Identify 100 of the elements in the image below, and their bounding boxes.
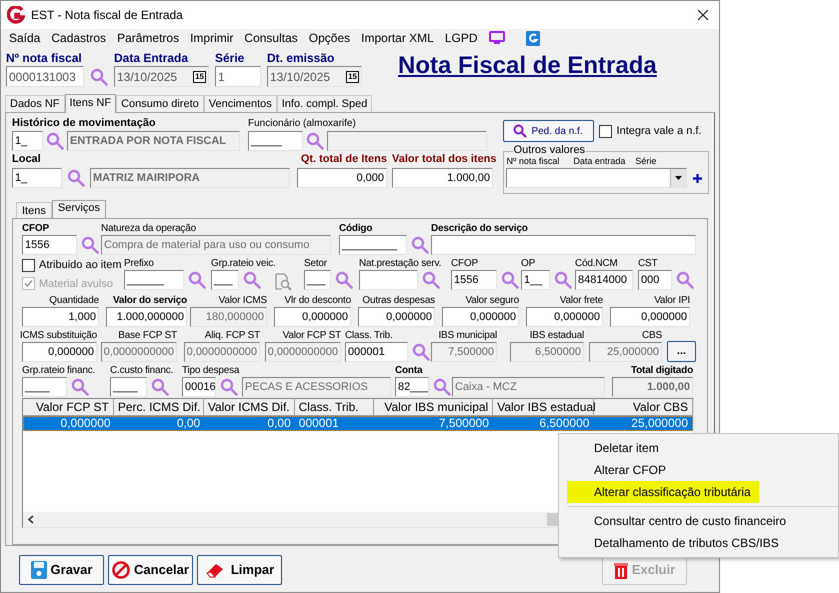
more-button[interactable]: ...	[667, 341, 696, 362]
input-field[interactable]: MATRIZ MAIRIPORA	[90, 168, 290, 188]
input-field[interactable]: 13/10/2025 15	[114, 66, 209, 87]
input-field[interactable]: 000	[638, 270, 672, 290]
search-icon[interactable]	[554, 271, 572, 289]
input-field[interactable]: 0,000	[297, 168, 387, 188]
search-icon[interactable]	[676, 271, 694, 289]
menu-item[interactable]: Alterar CFOP	[567, 459, 674, 481]
input-field[interactable]: 0000131003	[6, 66, 84, 87]
tab[interactable]: Itens NF	[64, 94, 116, 113]
input-field[interactable]: 1556	[451, 270, 497, 290]
search-icon[interactable]	[90, 68, 108, 86]
input-field[interactable]: ____	[22, 377, 67, 397]
menu-item[interactable]: Importar XML	[361, 29, 434, 47]
search-icon[interactable]	[501, 271, 519, 289]
input-field[interactable]: 1__	[521, 270, 550, 290]
menu-item[interactable]: Alterar classificação tributária	[567, 481, 759, 503]
input-field[interactable]: PECAS E ACESSORIOS	[242, 377, 391, 397]
tab[interactable]: Serviços	[52, 200, 106, 219]
plus-icon[interactable]	[692, 174, 702, 182]
calendar-button[interactable]: 15	[346, 70, 359, 82]
tab[interactable]: Vencimentos	[204, 95, 277, 112]
input-field[interactable]: 180,000000	[190, 307, 267, 327]
input-field[interactable]: 0,0000000000	[265, 342, 341, 362]
input-field[interactable]: 1556	[22, 235, 77, 255]
checkbox[interactable]	[22, 258, 35, 272]
input-field[interactable]: 0,000000	[274, 307, 351, 327]
input-field[interactable]: ENTRADA POR NOTA FISCAL	[67, 131, 240, 151]
input-field[interactable]: 0,0000000000	[184, 342, 260, 362]
search-icon[interactable]	[46, 132, 64, 150]
calendar-button[interactable]: 15	[193, 70, 206, 82]
input-field[interactable]: ___	[211, 270, 239, 290]
menu-item[interactable]: Imprimir	[190, 29, 234, 47]
search-icon[interactable]	[433, 378, 451, 396]
input-field[interactable]: 1_	[12, 168, 62, 188]
tab[interactable]: Dados NF	[5, 95, 65, 112]
table-row[interactable]: 0,000000 0,00 0,00 000001 7,500000 6,500000 25,000000	[23, 416, 693, 431]
menu-item[interactable]: LGPD	[444, 29, 478, 47]
input-field[interactable]: 0,000000	[526, 307, 603, 327]
input-field[interactable]: ___	[304, 270, 331, 290]
clear-button[interactable]: Limpar	[197, 555, 282, 585]
menu-item[interactable]: Deletar item	[567, 437, 667, 459]
search-icon[interactable]	[81, 236, 99, 254]
search-icon[interactable]	[220, 378, 238, 396]
input-field[interactable]: 0,000000	[610, 307, 690, 327]
input-field[interactable]: Caixa - MCZ	[452, 377, 605, 397]
menu-item[interactable]: Consultar centro de custo financeiro	[567, 510, 794, 532]
monitor-icon[interactable]	[488, 31, 505, 45]
cancel-button[interactable]: Cancelar	[108, 555, 193, 585]
menu-item[interactable]: Opções	[308, 29, 350, 47]
tab[interactable]: Itens	[16, 202, 52, 218]
checkbox[interactable]	[598, 124, 612, 138]
input-field[interactable]: 1.000,00	[392, 168, 493, 188]
input-field[interactable]: 1.000,000000	[106, 307, 187, 327]
input-field[interactable]	[327, 131, 487, 151]
input-field[interactable]	[431, 235, 696, 255]
scroll-left-icon[interactable]	[27, 515, 34, 524]
app-badge-icon[interactable]	[526, 30, 540, 46]
input-field[interactable]: _________	[339, 235, 407, 255]
input-field[interactable]: 84814000	[575, 270, 633, 290]
search-icon[interactable]	[306, 132, 324, 150]
dropdown[interactable]	[506, 168, 687, 188]
document-search-icon[interactable]	[274, 273, 292, 291]
input-field[interactable]: 1	[215, 66, 261, 87]
search-icon[interactable]	[422, 271, 440, 289]
menu-item[interactable]: Cadastros	[51, 29, 106, 47]
input-field[interactable]: 1,000	[22, 307, 99, 327]
search-icon[interactable]	[411, 236, 429, 254]
save-button[interactable]: Gravar	[19, 555, 104, 585]
input-field[interactable]	[359, 270, 418, 290]
search-icon[interactable]	[67, 169, 85, 187]
search-icon[interactable]	[71, 378, 89, 396]
tab[interactable]: Info. compl. Sped	[276, 95, 372, 112]
input-field[interactable]: 1_	[12, 131, 43, 151]
input-field[interactable]: 7,500000	[431, 342, 497, 362]
order-lookup-button[interactable]: Ped. da n.f.	[502, 120, 594, 142]
search-icon[interactable]	[335, 271, 353, 289]
search-icon[interactable]	[188, 271, 206, 289]
menu-item[interactable]: Saída	[9, 29, 40, 47]
input-field[interactable]: Compra de material para uso ou consumo	[101, 235, 331, 255]
search-icon[interactable]	[151, 378, 169, 396]
input-field[interactable]: 0,000000	[442, 307, 519, 327]
input-field[interactable]: 00016	[182, 377, 216, 397]
menu-item[interactable]: Parâmetros	[117, 29, 180, 47]
input-field[interactable]: 0,0000000000	[101, 342, 177, 362]
search-icon[interactable]	[412, 343, 430, 361]
input-field[interactable]: 25,000000	[589, 342, 662, 362]
input-field[interactable]: 0,000000	[22, 342, 97, 362]
input-field[interactable]: 13/10/2025 15	[267, 66, 362, 87]
tab[interactable]: Consumo direto	[116, 95, 204, 112]
input-field[interactable]: 0,000000	[358, 307, 435, 327]
menu-item[interactable]: Detalhamento de tributos CBS/IBS	[567, 532, 787, 554]
input-field[interactable]: 6,500000	[510, 342, 584, 362]
menu-item[interactable]: Consultas	[244, 29, 298, 47]
close-icon[interactable]	[697, 9, 709, 21]
input-field[interactable]: ______	[124, 270, 184, 290]
input-field[interactable]: ____	[110, 377, 147, 397]
input-field[interactable]: 1.000,00	[612, 377, 693, 397]
input-field[interactable]: _____	[248, 131, 303, 151]
input-field[interactable]: 000001	[345, 342, 408, 362]
